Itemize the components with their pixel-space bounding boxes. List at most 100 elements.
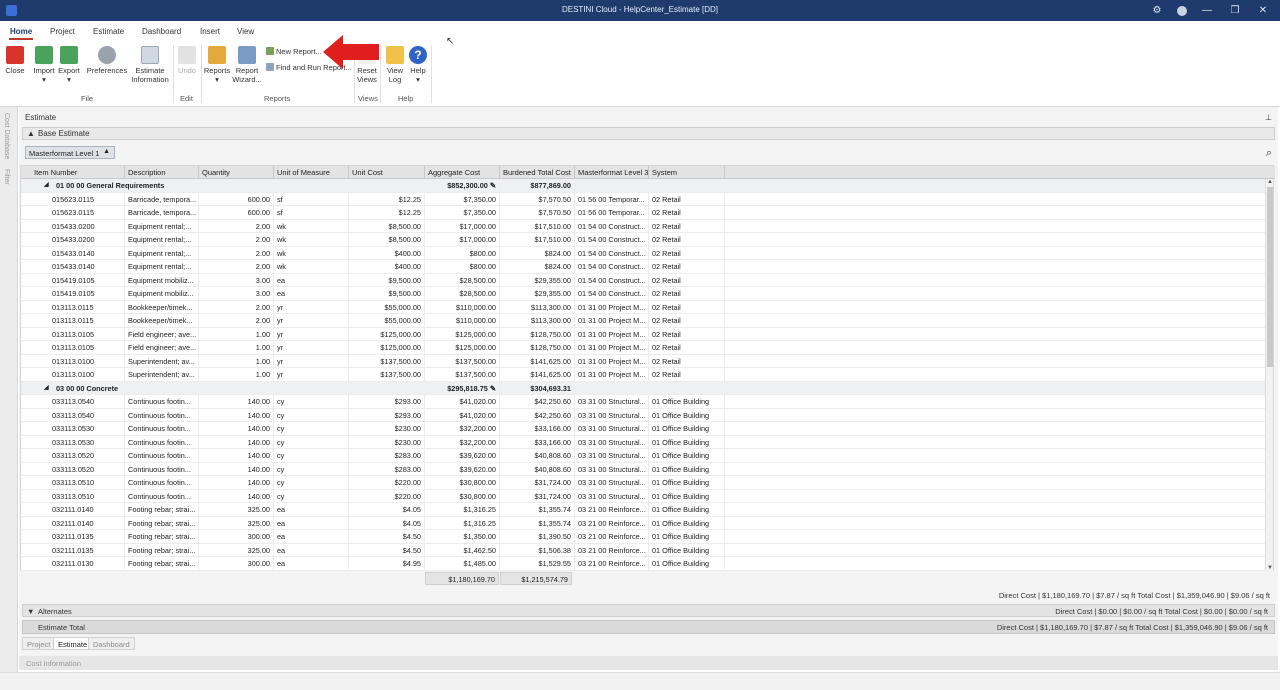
table-cell[interactable]: $39,620.00 [425,449,500,462]
table-cell[interactable]: $7,570.50 [500,206,575,219]
table-cell[interactable]: $800.00 [425,260,500,273]
table-cell[interactable]: 03 31 00 Structural... [575,422,649,435]
table-cell[interactable]: 3.00 [199,273,274,287]
table-cell[interactable]: $220.00 [349,489,425,503]
table-row[interactable]: 033113.0510 Continuous footin... 140.00 cy $… [21,476,1267,490]
table-cell[interactable]: 02 Retail [649,368,725,381]
table-cell[interactable]: 03 31 00 Structural... [575,449,649,462]
table-row[interactable]: 033113.0520 Continuous footin... 140.00 cy $… [21,462,1267,476]
table-cell[interactable]: 032111.0135 [21,543,125,557]
tab-insert[interactable]: Insert [200,27,220,36]
table-cell[interactable]: $29,355.00 [500,287,575,300]
table-cell[interactable]: $7,570.50 [500,192,575,206]
table-row[interactable]: 015433.0140 Equipment rental;... 2.00 wk $40… [21,260,1267,274]
collapse-arrow-icon[interactable]: ◢ [41,382,52,395]
table-cell[interactable]: $283.00 [349,449,425,462]
table-cell[interactable]: 01 Office Building [649,476,725,489]
table-cell[interactable]: 033113.0510 [21,476,125,489]
table-cell[interactable]: wk [274,219,349,233]
export-button[interactable]: Export ▾ [57,46,81,84]
table-cell[interactable]: 325.00 [199,503,274,516]
table-cell[interactable]: $41,020.00 [425,395,500,408]
table-cell[interactable]: 033113.0510 [21,489,125,503]
table-cell[interactable]: cy [274,408,349,422]
table-cell[interactable]: $113,300.00 [500,300,575,314]
table-cell[interactable]: 300.00 [199,557,274,570]
tab-estimate[interactable]: Estimate [93,27,124,36]
table-cell[interactable]: $1,462.50 [425,543,500,557]
table-cell[interactable]: 140.00 [199,395,274,408]
table-cell[interactable]: 2.00 [199,300,274,314]
table-cell[interactable]: 02 Retail [649,327,725,341]
table-cell[interactable]: ea [274,516,349,530]
table-cell[interactable]: 01 54 00 Construct... [575,287,649,300]
table-cell[interactable]: yr [274,300,349,314]
table-cell[interactable]: $33,166.00 [500,435,575,449]
table-cell[interactable]: 01 31 00 Project M... [575,341,649,354]
table-cell[interactable]: $230.00 [349,422,425,435]
table-cell[interactable]: $32,200.00 [425,435,500,449]
edit-pencil-icon[interactable]: ✎ [488,384,496,393]
search-icon[interactable]: ⌕ [1266,147,1272,160]
table-cell[interactable]: 325.00 [199,543,274,557]
table-cell[interactable]: Bookkeeper/timek... [125,300,199,314]
table-cell[interactable]: 01 Office Building [649,449,725,462]
table-cell[interactable]: 02 Retail [649,206,725,219]
table-cell[interactable]: 03 21 00 Reinforce... [575,530,649,543]
column-header[interactable]: Unit of Measure [274,166,349,179]
table-cell[interactable]: 01 Office Building [649,543,725,557]
table-row[interactable]: 032111.0140 Footing rebar; strai... 325.00… [21,516,1267,530]
table-cell[interactable]: 01 Office Building [649,408,725,422]
table-cell[interactable]: 01 54 00 Construct... [575,233,649,246]
table-cell[interactable]: $125,000.00 [425,341,500,354]
table-row[interactable]: 013113.0115 Bookkeeper/timek... 2.00 yr $55,… [21,314,1267,328]
table-cell[interactable]: 140.00 [199,449,274,462]
table-cell[interactable]: 01 56 00 Temporar... [575,206,649,219]
table-cell[interactable]: Continuous footin... [125,422,199,435]
table-cell[interactable]: $137,500.00 [425,368,500,381]
table-cell[interactable]: $30,800.00 [425,476,500,489]
table-row[interactable]: 033113.0540 Continuous footin... 140.00 cy $… [21,395,1267,409]
table-cell[interactable]: 03 21 00 Reinforce... [575,503,649,516]
table-cell[interactable]: ea [274,543,349,557]
table-row[interactable]: 015433.0200 Equipment rental;... 2.00 wk $8,… [21,219,1267,233]
table-cell[interactable]: $137,500.00 [349,354,425,368]
table-cell[interactable]: 033113.0540 [21,395,125,408]
table-row[interactable]: 015433.0140 Equipment rental;... 2.00 wk $40… [21,246,1267,260]
table-cell[interactable]: 01 54 00 Construct... [575,246,649,260]
table-cell[interactable]: sf [274,206,349,219]
table-cell[interactable]: $4.95 [349,557,425,570]
close-window-button[interactable]: ✕ [1252,3,1274,18]
table-cell[interactable]: $42,250.60 [500,408,575,422]
import-button[interactable]: Import ▾ [32,46,56,84]
bottom-tab-project[interactable]: Project [22,637,56,650]
table-cell[interactable]: 01 Office Building [649,489,725,503]
table-cell[interactable]: 140.00 [199,435,274,449]
scroll-up-icon[interactable]: ▲ [1266,179,1274,185]
table-cell[interactable]: 2.00 [199,233,274,246]
table-cell[interactable]: $824.00 [500,246,575,260]
table-cell[interactable]: $141,625.00 [500,354,575,368]
table-row[interactable]: 015433.0200 Equipment rental;... 2.00 wk $8,… [21,233,1267,247]
table-cell[interactable]: $4.50 [349,530,425,543]
view-log-button[interactable]: View Log [384,46,406,84]
table-cell[interactable]: $1,506.38 [500,543,575,557]
table-cell[interactable]: 325.00 [199,516,274,530]
table-cell[interactable]: $30,800.00 [425,489,500,503]
table-cell[interactable]: $4.05 [349,516,425,530]
table-cell[interactable]: $1,355.74 [500,503,575,516]
table-row[interactable]: 032111.0135 Footing rebar; strai... 300.00… [21,530,1267,544]
table-cell[interactable]: Equipment mobiliz... [125,273,199,287]
table-cell[interactable]: $7,350.00 [425,206,500,219]
table-cell[interactable]: ea [274,530,349,543]
table-cell[interactable]: $9,500.00 [349,287,425,300]
table-cell[interactable]: Bookkeeper/timek... [125,314,199,327]
column-header[interactable]: Quantity [199,166,274,179]
table-cell[interactable]: Footing rebar; strai... [125,543,199,557]
table-cell[interactable]: $1,355.74 [500,516,575,530]
table-cell[interactable]: $9,500.00 [349,273,425,287]
table-cell[interactable]: 3.00 [199,287,274,300]
table-cell[interactable]: Equipment rental;... [125,233,199,246]
undo-button[interactable]: Undo [176,46,198,75]
table-cell[interactable]: 02 Retail [649,246,725,260]
